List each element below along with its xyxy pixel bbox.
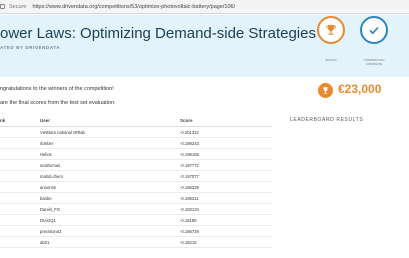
table-row: anoonne -0.195328 bbox=[0, 182, 272, 193]
score-cell: -0.183134 bbox=[180, 207, 199, 212]
column-header-rank: nk bbox=[0, 118, 6, 123]
user-cell[interactable]: anoonne bbox=[40, 185, 56, 190]
checkmark-icon bbox=[369, 26, 379, 35]
congrats-text: ngratulations to the winners of the comp… bbox=[0, 86, 114, 92]
leaderboard-table: nk User Score VietNam national ORlab -0.… bbox=[0, 115, 272, 248]
table-header: nk User Score bbox=[0, 115, 272, 127]
score-cell: -0.18185 bbox=[180, 218, 197, 223]
prize-badge-label: $23,000 bbox=[325, 58, 337, 62]
user-cell[interactable]: VietNam national ORlab bbox=[40, 130, 85, 135]
table-row: banbe -0.195311 bbox=[0, 193, 272, 204]
user-cell[interactable]: rbmber bbox=[40, 141, 53, 146]
prize-badge bbox=[317, 16, 345, 44]
secure-label: Secure bbox=[9, 3, 27, 10]
hosted-by-label: ATED BY DRIVENDATA bbox=[0, 45, 61, 50]
lock-icon bbox=[0, 4, 5, 9]
table-row: Helios -0.198155 bbox=[0, 149, 272, 160]
user-cell[interactable]: banbe bbox=[40, 196, 52, 201]
score-cell: -0.197772 bbox=[180, 163, 199, 168]
column-header-score: Score bbox=[180, 118, 193, 123]
competition-complete-badge bbox=[360, 16, 388, 44]
table-row: rbmber -0.198243 bbox=[0, 138, 272, 149]
score-cell: -0.197077 bbox=[180, 174, 199, 179]
table-row: precision42 -0.166729 bbox=[0, 226, 272, 237]
score-cell: -0.166729 bbox=[180, 229, 199, 234]
table-row: VietNam national ORlab -0.201322 bbox=[0, 127, 272, 138]
final-scores-text: are the final scores from the test set e… bbox=[0, 100, 116, 106]
user-cell[interactable]: scathomas bbox=[40, 163, 60, 168]
score-cell: -0.201322 bbox=[180, 130, 199, 135]
prize-amount: €23,000 bbox=[338, 82, 382, 96]
page-title: ower Laws: Optimizing Demand-side Strate… bbox=[0, 25, 316, 42]
table-row: DIAGQ1 -0.18185 bbox=[0, 215, 272, 226]
user-cell[interactable]: Helios bbox=[40, 152, 52, 157]
table-row: scathomas -0.197772 bbox=[0, 160, 272, 171]
column-header-user: User bbox=[40, 118, 51, 123]
score-cell: -0.198243 bbox=[180, 141, 199, 146]
user-cell[interactable]: precision42 bbox=[40, 229, 61, 234]
user-cell[interactable]: Daniel_FG bbox=[40, 207, 60, 212]
prize-trophy-icon bbox=[318, 83, 333, 98]
browser-address-bar[interactable]: Secure https://www.drivendata.org/compet… bbox=[0, 0, 409, 14]
leaderboard-results-heading: LEADERBOARD RESULTS bbox=[290, 117, 364, 123]
complete-badge-label: COMPETITION COMPLETE bbox=[363, 58, 385, 66]
score-cell: -0.195311 bbox=[180, 196, 199, 201]
score-cell: -0.198155 bbox=[180, 152, 199, 157]
url-text[interactable]: https://www.drivendata.org/competitions/… bbox=[32, 4, 235, 10]
trophy-icon bbox=[323, 87, 328, 94]
user-cell[interactable]: mahdi.chem bbox=[40, 174, 63, 179]
user-cell[interactable]: DIAGQ1 bbox=[40, 218, 56, 223]
table-row: ab01 -0.16215 bbox=[0, 237, 272, 248]
user-cell[interactable]: ab01 bbox=[40, 240, 49, 245]
trophy-icon bbox=[326, 25, 336, 35]
score-cell: -0.195328 bbox=[180, 185, 199, 190]
table-row: Daniel_FG -0.183134 bbox=[0, 204, 272, 215]
score-cell: -0.16215 bbox=[180, 240, 197, 245]
table-row: mahdi.chem -0.197077 bbox=[0, 171, 272, 182]
